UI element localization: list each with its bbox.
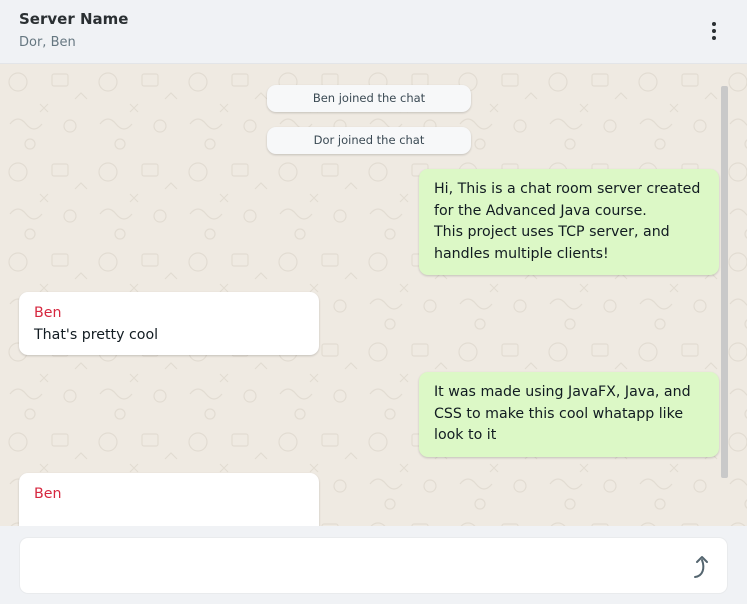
chat-scrollbar[interactable] (721, 86, 728, 478)
chat-participants: Dor, Ben (19, 35, 76, 50)
outgoing-message: Hi, This is a chat room server created f… (419, 169, 719, 275)
message-line: It was made using JavaFX, Java, and (434, 384, 691, 400)
more-vertical-icon[interactable] (703, 20, 725, 42)
message-sender: Ben (34, 486, 62, 502)
message-line: handles multiple clients! (434, 245, 609, 262)
message-line: That's pretty cool (34, 326, 159, 343)
message-input-box[interactable] (19, 537, 728, 594)
chat-header: Server Name Dor, Ben (0, 0, 747, 64)
system-message-dor-joined: Dor joined the chat (267, 127, 471, 154)
outgoing-message: It was made using JavaFX, Java, and CSS … (419, 372, 719, 457)
message-input[interactable] (34, 552, 674, 580)
send-icon[interactable] (691, 554, 713, 580)
chat-area[interactable]: Ben joined the chat Dor joined the chat … (0, 64, 747, 526)
message-line: This project uses TCP server, and (434, 224, 670, 240)
message-line: look to it (434, 427, 497, 443)
incoming-message: Ben (19, 473, 319, 526)
message-line: CSS to make this cool whatapp like (434, 405, 684, 422)
message-line: for the Advanced Java course. (434, 202, 647, 219)
composer-bar (0, 526, 747, 604)
chat-title: Server Name (19, 10, 129, 28)
system-message-ben-joined: Ben joined the chat (267, 85, 471, 112)
message-sender: Ben (34, 305, 62, 321)
menu-dot (712, 29, 716, 33)
message-line: Hi, This is a chat room server created (434, 181, 701, 197)
menu-dot (712, 36, 716, 40)
menu-dot (712, 22, 716, 26)
incoming-message: Ben That's pretty cool (19, 292, 319, 355)
